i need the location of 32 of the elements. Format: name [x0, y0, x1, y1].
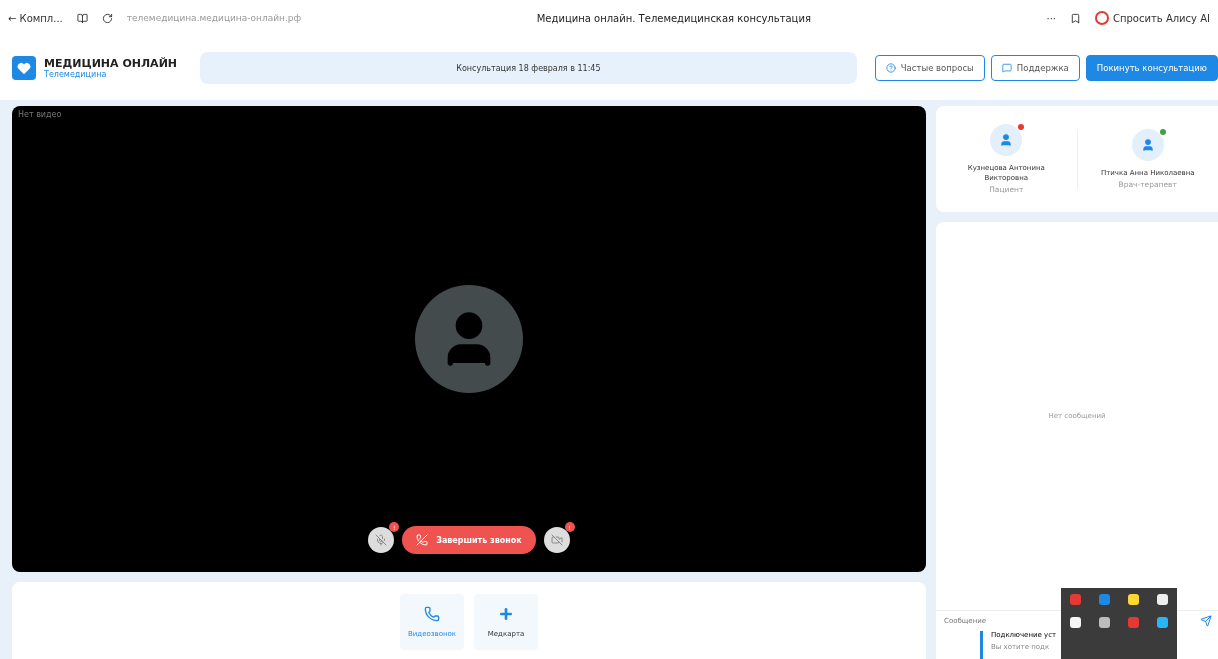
back-link[interactable]: ← Компл...	[8, 12, 63, 24]
phone-off-icon	[416, 534, 429, 546]
mic-off-icon	[375, 534, 388, 546]
bookmark-icon[interactable]	[1070, 12, 1081, 24]
help-icon	[885, 63, 896, 73]
logo-subtitle: Телемедицина	[44, 70, 108, 79]
video-status: Нет видео	[18, 110, 62, 119]
chat-icon	[1001, 63, 1012, 73]
tray-icon[interactable]	[1128, 594, 1139, 605]
page-title: Медицина онлайн. Телемедицинская консультация	[535, 12, 812, 24]
mic-off-button[interactable]	[368, 527, 395, 553]
reader-icon[interactable]	[76, 12, 88, 24]
consultation-banner: Консультация 18 февраля в 11:45	[200, 52, 857, 84]
heart-logo-icon	[12, 56, 36, 80]
support-button[interactable]: Поддержка	[990, 55, 1080, 81]
reload-icon[interactable]	[101, 12, 113, 24]
tray-icon[interactable]	[1157, 594, 1168, 605]
plus-icon	[498, 606, 514, 622]
faq-button[interactable]: Частые вопросы	[874, 55, 985, 81]
more-menu[interactable]: ···	[1046, 12, 1056, 24]
user-icon	[1131, 128, 1164, 161]
tray-icon[interactable]	[1070, 617, 1081, 628]
camera-off-icon	[550, 534, 563, 546]
tray-icon[interactable]	[1157, 617, 1168, 628]
user-icon	[990, 123, 1023, 156]
logo-title: МЕДИЦИНА ОНЛАЙН	[44, 57, 178, 70]
camera-off-button[interactable]	[543, 527, 570, 553]
send-icon[interactable]	[1200, 615, 1212, 627]
leave-button[interactable]: Покинуть консультацию	[1085, 55, 1218, 81]
assistant-button[interactable]: Спросить Алису AI	[1095, 11, 1210, 25]
phone-icon	[424, 606, 440, 622]
tray-icon[interactable]	[1099, 617, 1110, 628]
